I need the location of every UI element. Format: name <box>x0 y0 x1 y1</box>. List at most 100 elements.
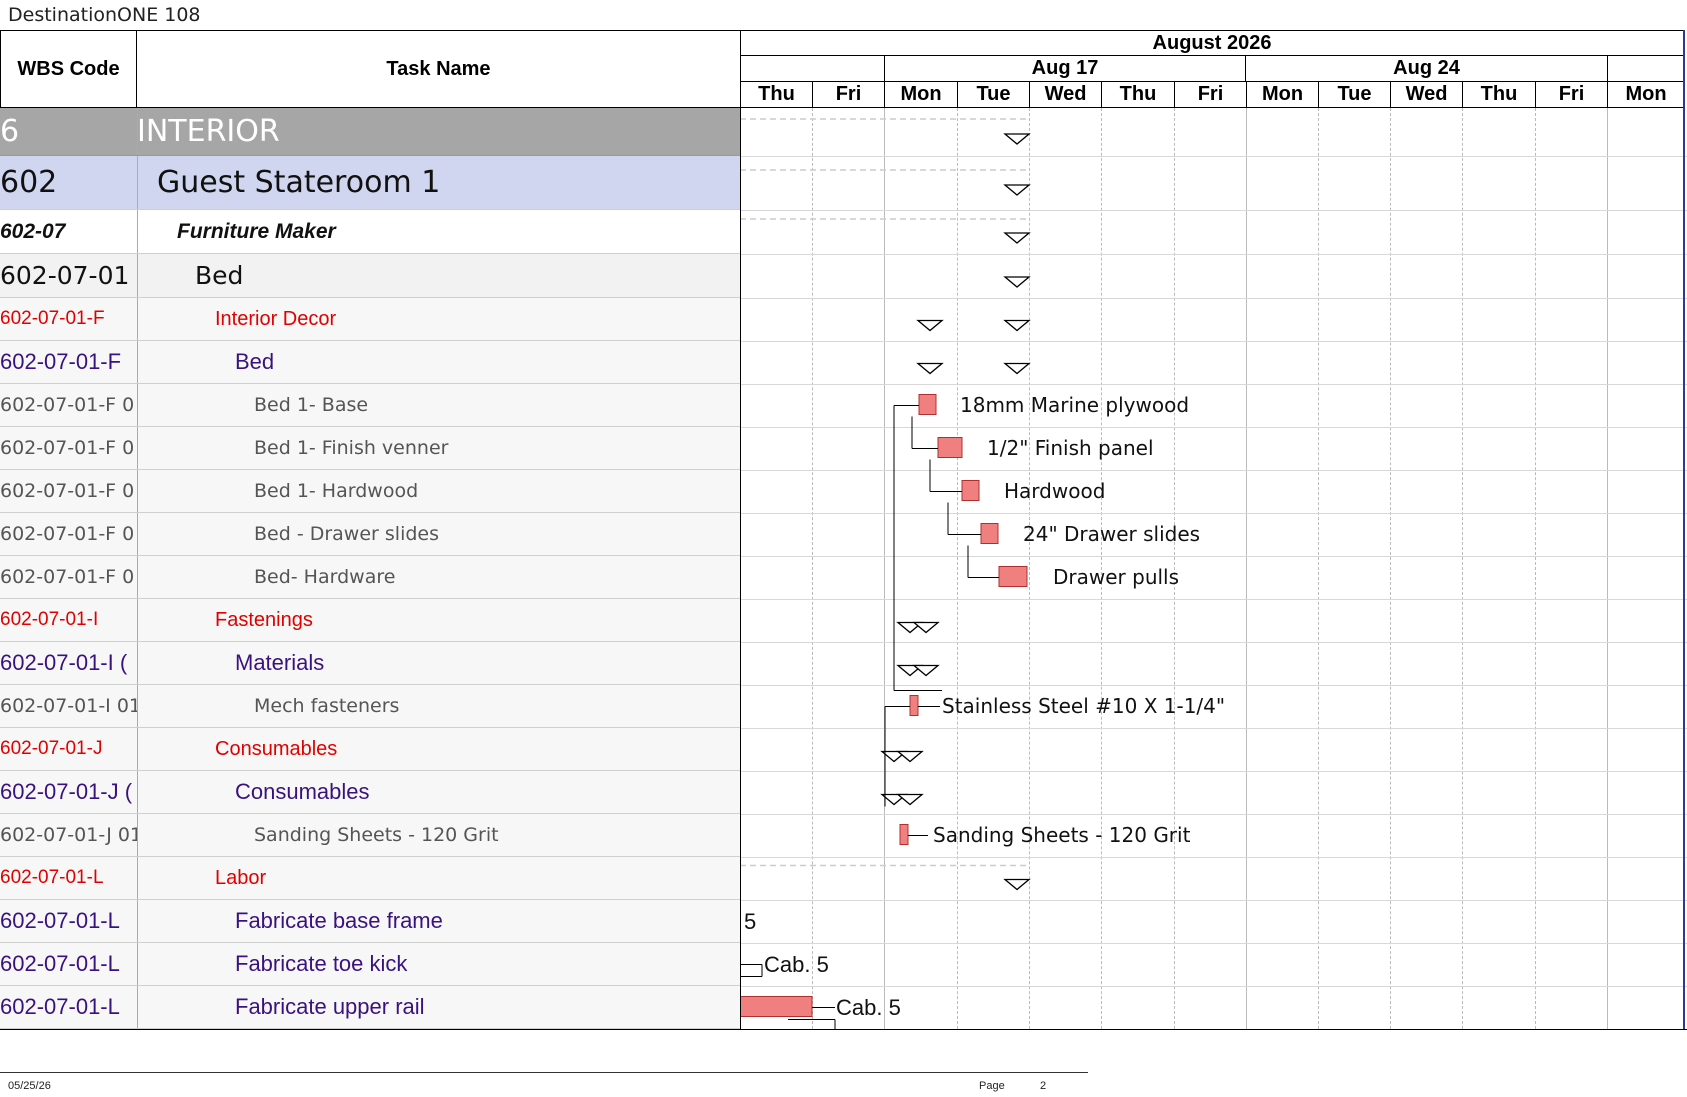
task-name-cell[interactable]: Bed <box>137 254 740 297</box>
task-row[interactable]: 602-07-01-L Fabricate upper rail <box>0 986 740 1029</box>
task-row[interactable]: 602-07-01-F Interior Decor <box>0 298 740 341</box>
summary-marker-icon[interactable] <box>1003 276 1031 288</box>
wbs-code-cell[interactable]: 602-07-01-F 0 <box>0 470 138 512</box>
task-name-cell[interactable]: Consumables <box>137 728 740 770</box>
bar-label: Stainless Steel #10 X 1-1/4" <box>942 693 1226 718</box>
task-row[interactable]: 602-07-01-J 01 Sanding Sheets - 120 Grit <box>0 814 740 857</box>
task-name-cell[interactable]: Materials <box>137 642 740 684</box>
task-name-cell[interactable]: Consumables <box>137 771 740 813</box>
task-row[interactable]: 602-07-01-L Labor <box>0 857 740 900</box>
bar-label: 18mm Marine plywood <box>960 392 1190 417</box>
footer-page-number: 2 <box>1040 1080 1047 1092</box>
wbs-code-cell[interactable]: 602 <box>0 156 138 209</box>
summary-marker-icon[interactable] <box>912 621 940 634</box>
wbs-code-cell[interactable]: 602-07-01-F 0 <box>0 427 138 469</box>
wbs-code-cell[interactable]: 602-07-01-I <box>0 599 138 641</box>
task-name-cell[interactable]: Bed <box>137 341 740 383</box>
summary-marker-icon[interactable] <box>1003 232 1031 244</box>
wbs-code-cell[interactable]: 602-07-01-L <box>0 900 138 942</box>
task-row[interactable]: 602-07-01-F 0 Bed- Hardware <box>0 556 740 599</box>
day-header-11: Fri <box>1535 81 1608 108</box>
wbs-code-cell[interactable]: 602-07-01-F <box>0 341 138 383</box>
bar-label: Cab. 5 <box>836 994 901 1020</box>
wbs-code-cell[interactable]: 602-07-01-J ( <box>0 771 138 813</box>
task-name-cell[interactable]: Fabricate upper rail <box>137 986 740 1028</box>
task-row[interactable]: 602-07-01-F 0 Bed 1- Base <box>0 384 740 427</box>
summary-marker-icon[interactable] <box>1003 184 1031 196</box>
task-row[interactable]: 602 Guest Stateroom 1 <box>0 156 740 210</box>
wbs-code-cell[interactable]: 602-07-01-L <box>0 986 138 1028</box>
wbs-code-cell[interactable]: 6 <box>0 108 138 155</box>
task-bar[interactable] <box>980 523 999 544</box>
task-row[interactable]: 602-07-01-F 0 Bed 1- Finish venner <box>0 427 740 470</box>
task-bar[interactable] <box>899 824 909 845</box>
wbs-code-cell[interactable]: 602-07-01 <box>0 254 138 297</box>
bar-label: Cab. 5 <box>764 951 829 977</box>
task-row[interactable]: 602-07-01-F 0 Bed - Drawer slides <box>0 513 740 556</box>
day-header-12: Mon <box>1607 81 1685 108</box>
task-name-cell[interactable]: Mech fasteners <box>137 685 740 727</box>
wbs-code-cell[interactable]: 602-07 <box>0 210 138 253</box>
task-name-cell[interactable]: Bed- Hardware <box>137 556 740 598</box>
task-row[interactable]: 602-07-01-I 01 Mech fasteners <box>0 685 740 728</box>
wbs-code-cell[interactable]: 602-07-01-F 0 <box>0 556 138 598</box>
task-name-cell[interactable]: Fabricate base frame <box>137 900 740 942</box>
summary-marker-icon[interactable] <box>916 319 944 332</box>
gantt-chart-area: 18mm Marine plywood 1/2" Finish panel Hard… <box>740 108 1687 1030</box>
week-header-blank-1 <box>740 55 885 82</box>
bar-label: Hardwood <box>1004 478 1106 503</box>
task-name-cell[interactable]: Fastenings <box>137 599 740 641</box>
summary-marker-icon[interactable] <box>916 362 944 375</box>
summary-marker-icon[interactable] <box>1003 878 1031 891</box>
task-name-cell[interactable]: Bed 1- Base <box>137 384 740 426</box>
task-bar[interactable] <box>740 996 813 1017</box>
wbs-code-cell[interactable]: 602-07-01-F 0 <box>0 384 138 426</box>
task-bar[interactable] <box>909 695 919 716</box>
task-bar[interactable] <box>961 480 980 501</box>
summary-marker-icon[interactable] <box>1003 362 1031 375</box>
task-name-cell[interactable]: INTERIOR <box>137 108 740 155</box>
task-row[interactable]: 602-07-01-F Bed <box>0 341 740 384</box>
wbs-code-cell[interactable]: 602-07-01-I ( <box>0 642 138 684</box>
task-name-cell[interactable]: Sanding Sheets - 120 Grit <box>137 814 740 856</box>
summary-marker-icon[interactable] <box>896 793 924 806</box>
task-name-cell[interactable]: Bed 1- Hardwood <box>137 470 740 512</box>
task-bar[interactable] <box>918 394 937 415</box>
wbs-code-cell[interactable]: 602-07-01-L <box>0 943 138 985</box>
wbs-code-cell[interactable]: 602-07-01-I 01 <box>0 685 138 727</box>
task-bar[interactable] <box>937 437 963 458</box>
summary-marker-icon[interactable] <box>896 750 924 763</box>
task-row[interactable]: 602-07-01-I Fastenings <box>0 599 740 642</box>
task-name-cell[interactable]: Interior Decor <box>137 298 740 340</box>
task-name-cell[interactable]: Labor <box>137 857 740 899</box>
task-row[interactable]: 602-07-01 Bed <box>0 254 740 298</box>
task-row[interactable]: 602-07-01-I (Materials <box>0 642 740 685</box>
task-name-cell[interactable]: Bed - Drawer slides <box>137 513 740 555</box>
task-name-cell[interactable]: Bed 1- Finish venner <box>137 427 740 469</box>
task-row[interactable]: 602-07-01-F 0 Bed 1- Hardwood <box>0 470 740 513</box>
task-row[interactable]: 602-07 Furniture Maker <box>0 210 740 254</box>
footer-line <box>0 1072 1088 1073</box>
day-header-0: Thu <box>740 81 813 108</box>
task-bar[interactable] <box>998 566 1028 587</box>
task-row[interactable]: 6 INTERIOR <box>0 108 740 156</box>
summary-marker-icon[interactable] <box>1003 133 1031 145</box>
wbs-code-cell[interactable]: 602-07-01-F 0 <box>0 513 138 555</box>
wbs-code-cell[interactable]: 602-07-01-F <box>0 298 138 340</box>
summary-marker-icon[interactable] <box>1003 319 1031 332</box>
task-name-cell[interactable]: Furniture Maker <box>137 210 740 253</box>
wbs-code-cell[interactable]: 602-07-01-L <box>0 857 138 899</box>
task-row[interactable]: 602-07-01-L Fabricate base frame <box>0 900 740 943</box>
month-header: August 2026 <box>740 30 1684 56</box>
wbs-column-header[interactable]: WBS Code <box>0 30 137 108</box>
wbs-code-cell[interactable]: 602-07-01-J <box>0 728 138 770</box>
task-name-cell[interactable]: Guest Stateroom 1 <box>137 156 740 209</box>
task-row[interactable]: 602-07-01-J (Consumables <box>0 771 740 814</box>
task-name-cell[interactable]: Fabricate toe kick <box>137 943 740 985</box>
wbs-code-cell[interactable]: 602-07-01-J 01 <box>0 814 138 856</box>
summary-marker-icon[interactable] <box>912 664 940 677</box>
task-row[interactable]: 602-07-01-J Consumables <box>0 728 740 771</box>
task-name-column-header[interactable]: Task Name <box>136 30 741 108</box>
bar-label: 5 <box>744 908 757 934</box>
task-row[interactable]: 602-07-01-L Fabricate toe kick <box>0 943 740 986</box>
